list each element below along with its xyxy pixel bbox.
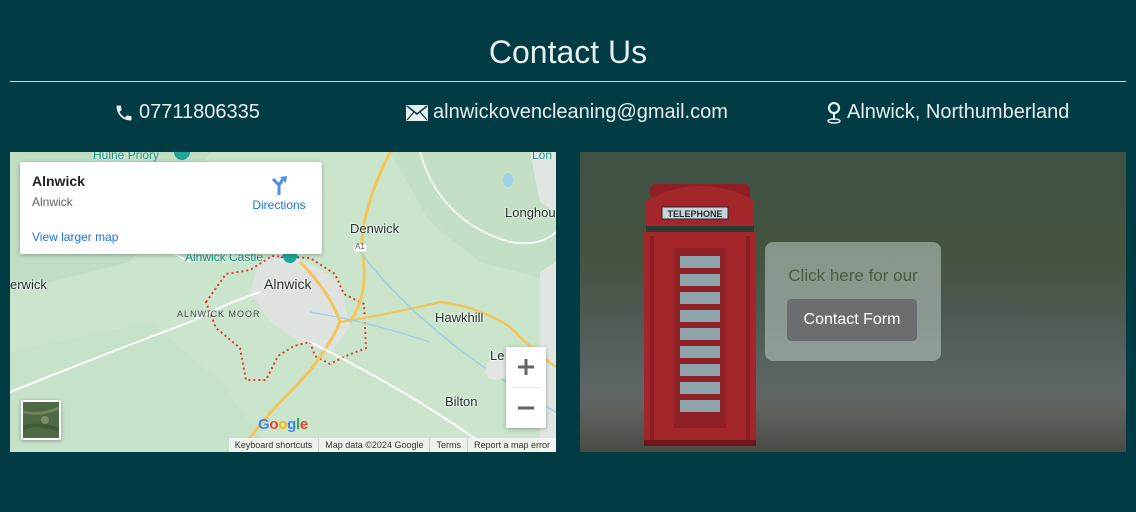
envelope-icon bbox=[406, 104, 428, 121]
contact-form-photo-panel: TELEPHONE Click here for our Contact For… bbox=[580, 152, 1126, 452]
directions-icon bbox=[271, 176, 287, 195]
map-info-card: Alnwick Alnwick View larger map Directio… bbox=[20, 162, 322, 254]
denwick-label: Denwick bbox=[350, 221, 400, 236]
directions-label: Directions bbox=[252, 198, 306, 212]
report-map-error-link[interactable]: Report a map error bbox=[466, 438, 556, 452]
contact-cta-box: Click here for our Contact Form bbox=[765, 242, 941, 361]
erwick-label: erwick bbox=[10, 277, 47, 292]
minus-icon bbox=[518, 406, 534, 410]
google-logo: Google bbox=[258, 416, 308, 433]
email-contact[interactable]: alnwickovencleaning@gmail.com bbox=[406, 101, 728, 124]
info-card-subtitle: Alnwick bbox=[32, 195, 73, 209]
bilton-label: Bilton bbox=[445, 394, 478, 409]
hulne-priory-label: Hulne Priory bbox=[93, 152, 160, 162]
contact-form-button[interactable]: Contact Form bbox=[787, 299, 917, 341]
satellite-thumbnail-icon bbox=[23, 402, 59, 438]
zoom-in-button[interactable] bbox=[506, 347, 546, 387]
longhoughton-label: Longhou bbox=[505, 205, 556, 220]
map-attribution-bar: Keyboard shortcuts Map data ©2024 Google… bbox=[228, 438, 556, 452]
a1-road-shield: A1 bbox=[355, 242, 365, 251]
hawkhill-label: Hawkhill bbox=[435, 310, 484, 325]
zoom-control bbox=[506, 347, 546, 428]
map-pin-icon bbox=[827, 101, 841, 124]
email-address: alnwickovencleaning@gmail.com bbox=[433, 101, 728, 123]
phone-number: 07711806335 bbox=[139, 101, 260, 123]
terms-link[interactable]: Terms bbox=[429, 438, 467, 452]
location-contact[interactable]: Alnwick, Northumberland bbox=[826, 101, 1069, 124]
telephone-booth-image: TELEPHONE bbox=[644, 184, 756, 446]
location-text: Alnwick, Northumberland bbox=[847, 101, 1070, 123]
keyboard-shortcuts-link[interactable]: Keyboard shortcuts bbox=[229, 438, 319, 452]
info-card-title: Alnwick bbox=[32, 173, 85, 189]
embedded-map[interactable]: Hulne Priory Denwick Longhou Lon Alnwick… bbox=[10, 152, 556, 452]
lesbury-label: Le bbox=[490, 348, 505, 363]
page-title: Contact Us bbox=[488, 34, 648, 70]
cta-text: Click here for our bbox=[788, 266, 918, 285]
zoom-out-button[interactable] bbox=[506, 388, 546, 428]
alnwick-moor-label: ALNWICK MOOR bbox=[177, 309, 261, 319]
lon-label: Lon bbox=[532, 152, 553, 162]
view-larger-map-link[interactable]: View larger map bbox=[32, 230, 118, 244]
map-data-credit: Map data ©2024 Google bbox=[318, 438, 429, 452]
booth-sign-text: TELEPHONE bbox=[667, 209, 722, 219]
phone-contact[interactable]: 07711806335 bbox=[114, 101, 260, 124]
directions-button[interactable]: Directions bbox=[244, 174, 314, 212]
phone-icon bbox=[116, 105, 132, 120]
title-divider bbox=[10, 81, 1126, 82]
plus-icon bbox=[518, 359, 534, 375]
satellite-toggle-button[interactable] bbox=[21, 400, 61, 440]
alnwick-label: Alnwick bbox=[264, 276, 312, 292]
